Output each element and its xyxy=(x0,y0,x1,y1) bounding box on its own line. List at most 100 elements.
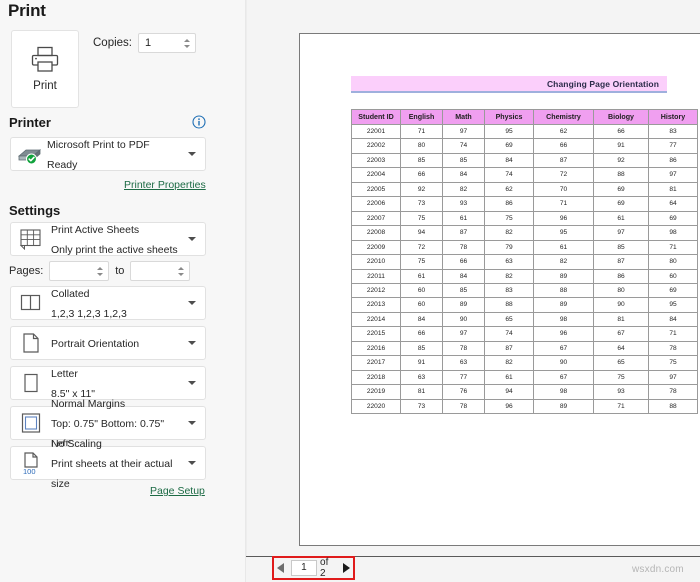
printer-device-icon xyxy=(11,144,47,164)
table-cell: 91 xyxy=(593,138,649,154)
table-cell: 86 xyxy=(484,196,534,212)
print-button-label: Print xyxy=(33,80,57,92)
table-cell: 74 xyxy=(442,138,485,154)
table-cell: 69 xyxy=(648,210,698,227)
stepper-down-icon[interactable] xyxy=(177,272,184,276)
pages-from-input[interactable] xyxy=(49,261,110,281)
stepper-up-icon[interactable] xyxy=(96,266,103,270)
table-cell: 86 xyxy=(593,268,649,285)
table-cell: 90 xyxy=(533,355,594,371)
stepper-down-icon[interactable] xyxy=(96,272,103,276)
table-cell: 22012 xyxy=(351,282,401,299)
table-cell: 67 xyxy=(533,369,594,386)
table-cell: 65 xyxy=(593,355,649,371)
setting-print-what[interactable]: Print Active Sheets Only print the activ… xyxy=(10,222,206,256)
printer-select[interactable]: Microsoft Print to PDF Ready xyxy=(10,137,206,171)
table-cell: 85 xyxy=(400,152,443,169)
table-cell: 90 xyxy=(593,297,649,313)
table-cell: 87 xyxy=(484,340,534,357)
table-cell: 87 xyxy=(533,152,594,169)
table-col-header: Math xyxy=(442,109,485,125)
table-cell: 82 xyxy=(484,268,534,285)
setting-collation[interactable]: Collated 1,2,3 1,2,3 1,2,3 xyxy=(10,286,206,320)
setting-print-what-subtitle: Only print the active sheets xyxy=(51,244,178,256)
setting-print-what-title: Print Active Sheets xyxy=(51,224,140,236)
table-cell: 89 xyxy=(442,297,485,313)
table-cell: 80 xyxy=(593,282,649,299)
table-col-header: Physics xyxy=(484,109,534,125)
table-cell: 22007 xyxy=(351,210,401,227)
table-cell: 61 xyxy=(442,210,485,227)
pages-to-input[interactable] xyxy=(130,261,191,281)
table-cell: 84 xyxy=(484,152,534,169)
table-cell: 79 xyxy=(484,239,534,256)
table-cell: 22001 xyxy=(351,123,401,140)
print-button[interactable]: Print xyxy=(11,30,79,108)
stepper-down-icon[interactable] xyxy=(183,44,190,48)
table-cell: 98 xyxy=(533,311,594,328)
svg-text:100: 100 xyxy=(23,467,36,475)
table-cell: 88 xyxy=(533,282,594,299)
table-cell: 89 xyxy=(533,398,594,415)
table-cell: 22004 xyxy=(351,167,401,183)
preview-data-table: Student ID English Math Physics Chemistry Bio… xyxy=(351,109,698,415)
table-row: 22010 75 66 63 82 87 80 xyxy=(351,254,698,270)
table-cell: 97 xyxy=(442,123,485,140)
copies-input[interactable]: 1 xyxy=(138,33,196,53)
chevron-down-icon[interactable] xyxy=(185,341,199,345)
table-row: 22006 73 93 86 71 69 64 xyxy=(351,196,698,212)
table-cell: 94 xyxy=(400,225,443,241)
chevron-down-icon[interactable] xyxy=(185,461,199,465)
table-cell: 76 xyxy=(442,384,485,400)
printer-properties-link[interactable]: Printer Properties xyxy=(124,179,206,191)
table-row: 22001 71 97 95 62 66 83 xyxy=(351,123,698,140)
setting-scaling[interactable]: 100 No Scaling Print sheets at their act… xyxy=(10,438,206,490)
table-cell: 66 xyxy=(442,254,485,270)
pages-from-stepper[interactable] xyxy=(93,262,106,280)
table-cell: 94 xyxy=(484,384,534,400)
pages-to-stepper[interactable] xyxy=(174,262,187,280)
copies-stepper[interactable] xyxy=(180,34,193,52)
table-row: 22009 72 78 79 61 85 71 xyxy=(351,239,698,256)
table-cell: 65 xyxy=(484,311,534,328)
table-header-row: Student ID English Math Physics Chemistry Bio… xyxy=(351,109,698,125)
setting-scaling-title: No Scaling xyxy=(51,438,102,450)
table-cell: 75 xyxy=(648,355,698,371)
table-row: 22003 85 85 84 87 92 86 xyxy=(351,152,698,169)
sheet-title: Changing Page Orientation xyxy=(546,78,659,89)
table-cell: 81 xyxy=(400,384,443,400)
table-cell: 86 xyxy=(648,152,698,169)
chevron-down-icon[interactable] xyxy=(185,152,199,156)
chevron-down-icon[interactable] xyxy=(185,421,199,425)
table-cell: 70 xyxy=(533,181,594,198)
table-cell: 73 xyxy=(400,196,443,212)
table-row: 22005 92 82 62 70 69 81 xyxy=(351,181,698,198)
stepper-up-icon[interactable] xyxy=(183,38,190,42)
triangle-right-icon[interactable] xyxy=(339,559,353,577)
triangle-left-icon[interactable] xyxy=(274,559,288,577)
table-cell: 60 xyxy=(400,282,443,299)
table-cell: 66 xyxy=(533,138,594,154)
chevron-down-icon[interactable] xyxy=(185,237,199,241)
info-icon[interactable] xyxy=(192,115,206,129)
table-cell: 78 xyxy=(648,384,698,400)
table-cell: 22013 xyxy=(351,297,401,313)
chevron-down-icon[interactable] xyxy=(185,381,199,385)
sheet-title-banner: Changing Page Orientation xyxy=(351,76,667,93)
table-cell: 22019 xyxy=(351,384,401,400)
table-cell: 89 xyxy=(533,268,594,285)
copies-value[interactable]: 1 xyxy=(139,34,180,52)
chevron-down-icon[interactable] xyxy=(185,301,199,305)
page-number-input[interactable]: 1 xyxy=(290,560,318,576)
page-setup-link[interactable]: Page Setup xyxy=(150,485,205,497)
pages-label: Pages: xyxy=(9,265,44,277)
settings-section-heading: Settings xyxy=(9,203,61,218)
table-cell: 95 xyxy=(648,297,698,313)
stepper-up-icon[interactable] xyxy=(177,266,184,270)
table-cell: 85 xyxy=(442,282,485,299)
table-cell: 82 xyxy=(533,254,594,270)
table-row: 22012 60 85 83 88 80 69 xyxy=(351,282,698,299)
setting-orientation[interactable]: Portrait Orientation xyxy=(10,326,206,360)
scaling-100-icon: 100 xyxy=(11,451,51,475)
table-cell: 61 xyxy=(400,268,443,285)
